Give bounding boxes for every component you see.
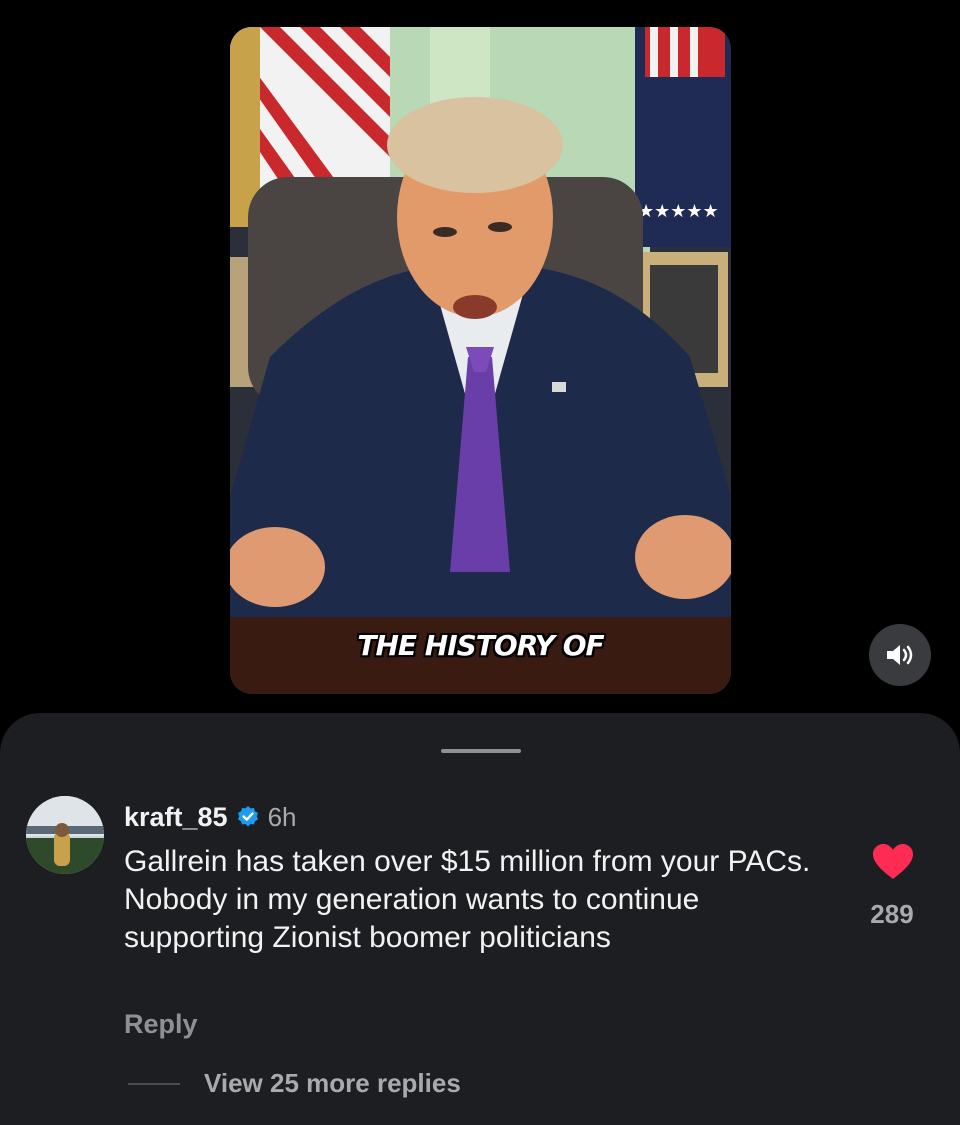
- video-player[interactable]: ★★★★★ THE HISTORY OF: [230, 27, 731, 694]
- heart-icon[interactable]: [872, 843, 914, 881]
- comment-header: kraft_85 6h: [124, 799, 297, 835]
- svg-text:★★★★★: ★★★★★: [638, 201, 719, 222]
- drag-handle[interactable]: [441, 749, 521, 753]
- comment-username[interactable]: kraft_85: [124, 802, 228, 833]
- comment-text: Gallrein has taken over $15 million from…: [124, 845, 811, 954]
- video-caption: THE HISTORY OF: [357, 629, 604, 662]
- verified-badge-icon: [237, 806, 258, 827]
- video-frame: ★★★★★: [230, 27, 731, 694]
- like-count: 289: [870, 899, 914, 929]
- speaker-volume-icon: [887, 645, 913, 665]
- reply-button[interactable]: Reply: [124, 1009, 198, 1040]
- comments-sheet: kraft_85 6h Gallrein has taken over $15 …: [0, 713, 960, 1125]
- avatar[interactable]: [26, 796, 104, 874]
- volume-button[interactable]: [869, 624, 931, 686]
- view-replies-label: View 25 more replies: [204, 1068, 461, 1098]
- view-replies-button[interactable]: View 25 more replies: [128, 1068, 461, 1099]
- divider: [128, 1082, 180, 1085]
- comment-timestamp: 6h: [267, 801, 297, 832]
